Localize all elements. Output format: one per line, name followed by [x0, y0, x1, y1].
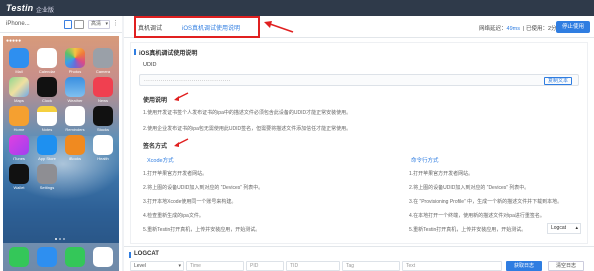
stocks-app-icon[interactable]: [93, 106, 113, 126]
device-name: iPhone...: [6, 21, 30, 27]
annotation-arrow-icon: [174, 138, 189, 147]
phone-dock: [3, 243, 119, 271]
phone-screen[interactable]: ●●●●● Mail Calendar Photos Camera Maps C…: [3, 36, 119, 271]
tag-filter-input[interactable]: Tag: [342, 261, 400, 271]
more-icon[interactable]: ⋮: [112, 19, 119, 27]
xcode-step: 1.打开苹果官方开发者网站。: [143, 171, 208, 177]
usage-text-2: 2.使用企业发布证书的ipa包无需使用此UDID签名，但需要将描述文件添加信任才…: [143, 126, 352, 132]
usage-text-1: 1.使用开发证书签个人发布证书的ipa中的描述文件必须包含此设备的UDID才能正…: [143, 110, 352, 116]
level-select[interactable]: Level: [130, 261, 184, 271]
app-label: Calendar: [38, 69, 56, 74]
app-label: Wallet: [13, 185, 25, 190]
app-label: App Store: [38, 156, 56, 161]
udid-field[interactable]: ········································…: [139, 74, 579, 86]
app-label: Notes: [41, 127, 53, 132]
time-filter-input[interactable]: Time: [186, 261, 244, 271]
command-step: 4.在本地打开一个终端，使用新的描述文件对ipa进行重签名。: [409, 213, 545, 219]
home-app-icon[interactable]: [9, 106, 29, 126]
itunes-app-icon[interactable]: [9, 135, 29, 155]
app-label: News: [97, 98, 108, 103]
safari-app-icon[interactable]: [37, 247, 57, 267]
app-label: Stocks: [96, 127, 109, 132]
app-label: Maps: [14, 98, 24, 103]
photos-app-icon[interactable]: [65, 48, 85, 68]
app-label: Health: [97, 156, 109, 161]
calendar-app-icon[interactable]: [37, 48, 57, 68]
xcode-step: 3.打开本地Xcode使用同一个账号来构建。: [143, 199, 237, 205]
notes-app-icon[interactable]: [37, 106, 57, 126]
xcode-step: 4.检查重新生成的ipa文件。: [143, 213, 204, 219]
news-app-icon[interactable]: [93, 77, 113, 97]
app-label: Mail: [15, 69, 23, 74]
ibooks-app-icon[interactable]: [65, 135, 85, 155]
stop-button[interactable]: 停止使用: [556, 21, 590, 33]
logcat-title: LOGCAT: [129, 251, 159, 258]
phone-status-bar: ●●●●●: [3, 36, 119, 45]
landscape-icon[interactable]: [74, 20, 84, 29]
logcat-panel: LOGCAT Level Time PID TID Tag Text 获取日志 …: [124, 246, 594, 271]
clock-app-icon[interactable]: [37, 77, 57, 97]
main-panel: 真机调试 iOS真机调试使用说明 网络延迟：49ms | 已使用：2分钟36秒 …: [124, 16, 594, 271]
app-store-icon[interactable]: [37, 135, 57, 155]
usage-heading: 使用说明: [143, 98, 168, 104]
messages-app-icon[interactable]: [65, 247, 85, 267]
quality-select[interactable]: 高清: [88, 20, 110, 29]
app-label: Weather: [67, 98, 83, 103]
command-step: 3.在 “Provisioning Profile” 中，生成一个新的描述文件并…: [409, 199, 563, 205]
top-bar: Testin 企业版: [0, 0, 594, 16]
page-indicator: [55, 236, 69, 240]
udid-value: ········································…: [144, 78, 231, 84]
app-label: Settings: [39, 185, 55, 190]
latency-label: 网络延迟：: [479, 26, 507, 32]
app-label: Clock: [41, 98, 52, 103]
app-edition: 企业版: [36, 8, 55, 14]
used-label: 已使用：: [525, 26, 548, 32]
portrait-icon[interactable]: [64, 20, 72, 29]
mail-app-icon[interactable]: [9, 48, 29, 68]
copy-button[interactable]: 复制文本: [543, 77, 572, 85]
app-label: iBooks: [68, 156, 81, 161]
latency-value: 49ms: [506, 26, 520, 32]
command-step: 2.将上图的设备UDID加入到对应的 “Devices” 列表中。: [409, 185, 530, 191]
guide-title: iOS真机调试使用说明: [133, 48, 197, 57]
annotation-highlight-box: [134, 16, 260, 38]
sign-heading: 签名方式: [143, 144, 168, 150]
settings-app-icon[interactable]: [37, 164, 57, 184]
music-app-icon[interactable]: [93, 247, 113, 267]
xcode-step: 5.重新Testin打开真机，上传并安装应用，开始测试。: [143, 227, 261, 233]
pid-filter-input[interactable]: PID: [246, 261, 284, 271]
clear-log-button[interactable]: 清空日志: [548, 261, 584, 271]
app-label: Reminders: [65, 127, 85, 132]
command-step: 1.打开苹果官方开发者网站。: [409, 171, 474, 177]
camera-app-icon[interactable]: [93, 48, 113, 68]
app-label: iTunes: [13, 156, 25, 161]
app-label: Photos: [68, 69, 82, 74]
app-logo: Testin: [6, 3, 34, 13]
tid-filter-input[interactable]: TID: [286, 261, 340, 271]
device-panel: iPhone... 高清 ⋮ ●●●●● Mail Calendar Photo…: [0, 16, 122, 271]
wallet-app-icon[interactable]: [9, 164, 29, 184]
health-app-icon[interactable]: [93, 135, 113, 155]
app-label: Camera: [95, 69, 111, 74]
weather-app-icon[interactable]: [65, 77, 85, 97]
command-line-heading: 命令行方式: [411, 158, 439, 164]
xcode-step: 2.将上图的设备UDID加入到对应的 “Devices” 列表中。: [143, 185, 264, 191]
signal-indicator: ●●●●●: [6, 38, 22, 44]
maps-app-icon[interactable]: [9, 77, 29, 97]
ios-guide-panel: iOS真机调试使用说明 UDID ·······················…: [130, 42, 588, 244]
app-label: Home: [13, 127, 25, 132]
reminders-app-icon[interactable]: [65, 106, 85, 126]
annotation-arrow-icon: [264, 21, 294, 33]
fetch-log-button[interactable]: 获取日志: [506, 261, 542, 271]
phone-app-icon[interactable]: [9, 247, 29, 267]
command-step: 5.重新Testin打开真机，上传并安装应用，开始测试。: [409, 227, 527, 233]
annotation-arrow-icon: [174, 92, 189, 101]
device-toolbar: iPhone... 高清 ⋮: [0, 16, 122, 33]
udid-label: UDID: [143, 62, 157, 68]
logcat-toggle[interactable]: Logcat: [547, 223, 581, 234]
text-filter-input[interactable]: Text: [402, 261, 502, 271]
xcode-heading: Xcode方式: [147, 158, 174, 164]
